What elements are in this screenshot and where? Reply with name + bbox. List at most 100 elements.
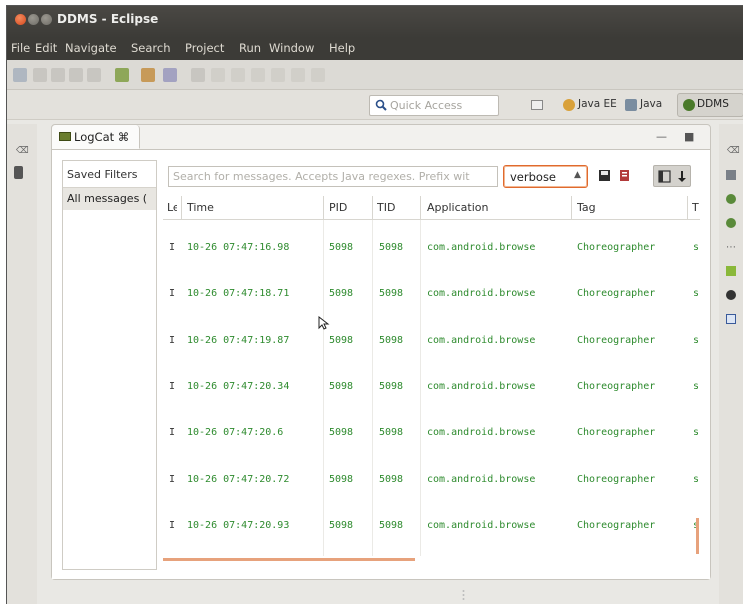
horizontal-scrollbar[interactable] <box>163 558 415 561</box>
open-perspective-icon[interactable] <box>531 100 543 110</box>
log-level-select[interactable]: verbose ▲ <box>503 165 588 188</box>
save-log-icon[interactable] <box>598 169 611 182</box>
file-explorer-icon[interactable] <box>726 314 736 324</box>
col-text[interactable]: T <box>692 201 700 214</box>
saved-filters-pane: Saved Filters All messages ( <box>62 160 157 570</box>
restore-icon[interactable]: ⌫ <box>16 146 29 156</box>
debug-icon[interactable] <box>115 68 129 82</box>
search-input[interactable]: Search for messages. Accepts Java regexe… <box>168 166 498 187</box>
col-time[interactable]: Time <box>187 201 327 214</box>
toggle-filters-icon[interactable] <box>658 170 671 183</box>
cell-pid: 5098 <box>329 519 354 531</box>
vertical-scrollbar[interactable] <box>696 518 699 554</box>
table-row[interactable]: I 10-26 07:47:20.72 5098 5098 com.android.br… <box>163 472 700 492</box>
cell-application: com.android.browse <box>427 427 536 439</box>
quick-access-input[interactable]: Quick Access <box>369 95 499 116</box>
perspective-ddms[interactable]: DDMS <box>677 93 743 117</box>
maximize-panel-icon[interactable]: ■ <box>684 130 694 143</box>
quick-access-placeholder: Quick Access <box>390 99 463 112</box>
allocation-tracker-icon[interactable] <box>726 218 736 228</box>
col-tid[interactable]: TID <box>377 201 417 214</box>
divider[interactable] <box>420 196 421 220</box>
new-icon[interactable] <box>13 68 27 82</box>
cell-level: I <box>169 380 176 392</box>
col-level[interactable]: Le <box>167 201 177 214</box>
col-application[interactable]: Application <box>427 201 567 214</box>
cell-pid: 5098 <box>329 380 354 392</box>
divider[interactable] <box>687 196 688 220</box>
nav-last-edit-icon[interactable] <box>251 68 265 82</box>
menu-bar: File Edit Navigate Search Project Run Wi… <box>7 38 743 60</box>
menu-search[interactable]: Search <box>131 41 171 55</box>
menu-edit[interactable]: Edit <box>35 41 57 55</box>
heap-icon[interactable] <box>726 194 736 204</box>
threads-icon[interactable] <box>726 170 736 180</box>
cell-pid: 5098 <box>329 334 354 346</box>
cell-tag: Choreographer <box>577 334 656 346</box>
right-trim-bar: ⌫ ⋯ <box>719 124 743 604</box>
tab-logcat[interactable]: LogCat ⌘ <box>52 125 140 149</box>
table-row[interactable]: I 10-26 07:47:20.6 5098 5098 com.android.bro… <box>163 425 700 445</box>
window-title: DDMS - Eclipse <box>57 12 159 26</box>
perspective-java-ee[interactable]: Java EE <box>578 98 617 110</box>
menu-window[interactable]: Window <box>269 41 314 55</box>
search-icon <box>375 99 387 111</box>
cell-time: 10-26 07:47:20.34 <box>187 380 290 392</box>
menu-navigate[interactable]: Navigate <box>65 41 117 55</box>
eclipse-window: DDMS - Eclipse File Edit Navigate Search… <box>6 5 743 604</box>
scroll-lock-icon[interactable] <box>676 170 688 183</box>
pin-icon[interactable] <box>311 68 325 82</box>
menu-help[interactable]: Help <box>329 41 355 55</box>
divider[interactable] <box>181 196 182 220</box>
maximize-window-button[interactable] <box>41 14 52 25</box>
open-folder-icon[interactable] <box>141 68 155 82</box>
filter-all-messages[interactable]: All messages ( <box>63 188 156 210</box>
restore-right-icon[interactable]: ⌫ <box>727 146 740 156</box>
cell-tag: Choreographer <box>577 473 656 485</box>
menu-file[interactable]: File <box>11 41 30 55</box>
device-icon[interactable] <box>14 166 23 179</box>
cell-time: 10-26 07:47:18.71 <box>187 288 290 300</box>
run-icon[interactable] <box>191 68 205 82</box>
table-row[interactable]: I 10-26 07:47:16.98 5098 5098 com.android.br… <box>163 240 700 260</box>
network-icon[interactable]: ⋯ <box>726 242 736 253</box>
undo-icon[interactable] <box>69 68 83 82</box>
divider[interactable] <box>323 196 324 220</box>
resize-grip-icon[interactable] <box>462 589 465 601</box>
table-header: Le Time PID TID Application Tag T <box>163 196 700 220</box>
save-icon[interactable] <box>33 68 47 82</box>
col-tag[interactable]: Tag <box>577 201 677 214</box>
log-table: Le Time PID TID Application Tag T <box>163 196 700 566</box>
cell-application: com.android.browse <box>427 242 536 253</box>
minimize-window-button[interactable] <box>28 14 39 25</box>
android-icon[interactable] <box>726 266 736 276</box>
edit-icon[interactable] <box>163 68 177 82</box>
cell-level: I <box>169 519 176 531</box>
table-row[interactable]: I 10-26 07:47:19.87 5098 5098 com.android.br… <box>163 333 700 353</box>
saved-filters-title: Saved Filters <box>67 168 138 181</box>
prev-annotation-icon[interactable] <box>291 68 305 82</box>
next-annotation-icon[interactable] <box>271 68 285 82</box>
cell-tid: 5098 <box>379 288 404 300</box>
table-row[interactable]: I 10-26 07:47:20.93 5098 5098 com.android.br… <box>163 518 700 538</box>
close-window-button[interactable] <box>15 14 26 25</box>
divider[interactable] <box>571 196 572 220</box>
print-icon[interactable] <box>51 68 65 82</box>
cell-application: com.android.browse <box>427 334 536 346</box>
minimize-panel-icon[interactable]: — <box>656 130 667 143</box>
menu-run[interactable]: Run <box>239 41 261 55</box>
cell-tag: Choreographer <box>577 380 656 392</box>
col-pid[interactable]: PID <box>329 201 369 214</box>
cell-tid: 5098 <box>379 427 404 439</box>
menu-project[interactable]: Project <box>185 41 224 55</box>
nav-back-icon[interactable] <box>211 68 225 82</box>
emulator-control-icon[interactable] <box>726 290 736 300</box>
table-row[interactable]: I 10-26 07:47:18.71 5098 5098 com.android.br… <box>163 286 700 306</box>
table-row[interactable]: I 10-26 07:47:20.34 5098 5098 com.android.br… <box>163 379 700 399</box>
cell-level: I <box>169 473 176 485</box>
clear-log-icon[interactable] <box>618 169 631 182</box>
redo-icon[interactable] <box>87 68 101 82</box>
nav-forward-icon[interactable] <box>231 68 245 82</box>
perspective-java[interactable]: Java <box>640 98 662 110</box>
divider[interactable] <box>372 196 373 220</box>
